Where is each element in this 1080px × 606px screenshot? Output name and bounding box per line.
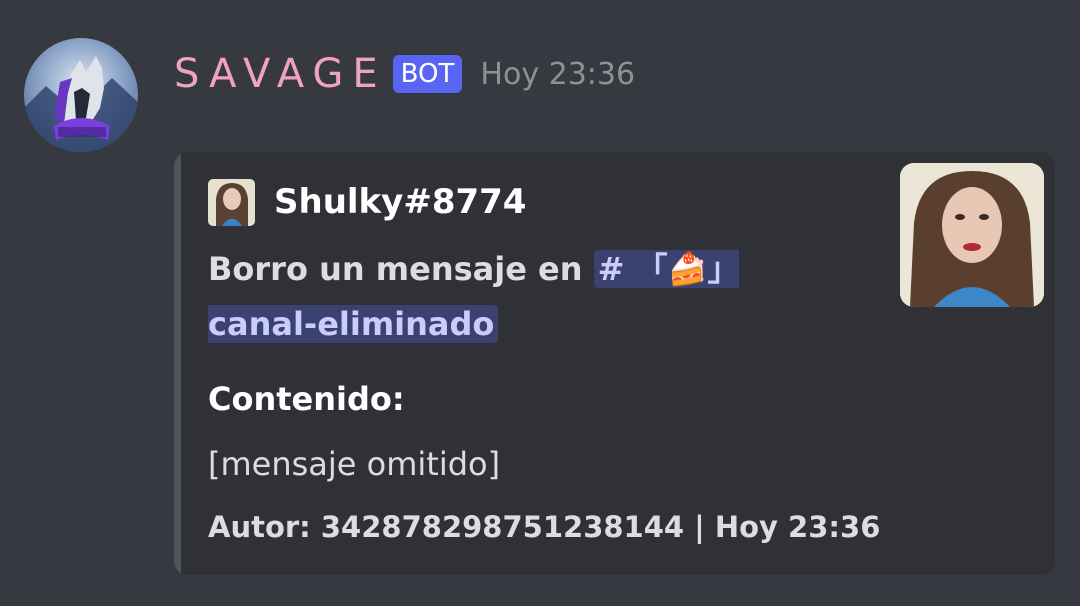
bot-username[interactable]: SAVAGE — [174, 51, 387, 97]
embed-field-name: Contenido: — [208, 380, 405, 418]
embed-author-avatar[interactable] — [208, 179, 255, 226]
embed-author-name[interactable]: Shulky#8774 — [274, 182, 526, 222]
embed-color-bar — [174, 152, 181, 575]
embed-footer: Autor: 342878298751238144 | Hoy 23:36 — [208, 510, 881, 544]
embed-description: Borro un mensaje en # 「🍰」 canal-eliminad… — [208, 242, 828, 352]
message-header: SAVAGE BOT Hoy 23:36 — [174, 48, 635, 100]
chat-message: SAVAGE BOT Hoy 23:36 Shulky#8774 Borro u… — [0, 0, 1080, 606]
embed-field-value: [mensaje omitido] — [208, 445, 501, 483]
message-timestamp[interactable]: Hoy 23:36 — [480, 57, 635, 92]
description-text: Borro un mensaje en — [208, 250, 594, 288]
embed-thumbnail[interactable] — [900, 163, 1044, 307]
bot-tag-badge: BOT — [392, 55, 463, 93]
bot-avatar[interactable] — [24, 38, 138, 152]
log-embed: Shulky#8774 Borro un mensaje en # 「🍰」 ca… — [174, 152, 1055, 575]
